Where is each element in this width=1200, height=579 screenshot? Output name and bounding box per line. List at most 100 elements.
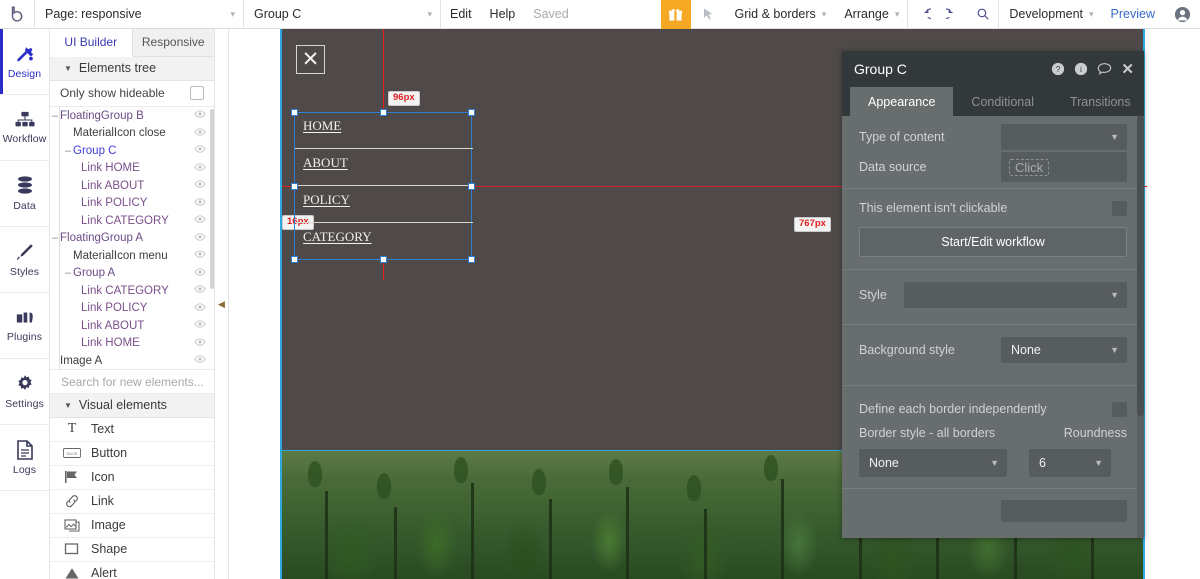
background-style-select[interactable]: None ▼ <box>1001 337 1127 363</box>
resize-handle-n[interactable] <box>380 109 387 116</box>
eye-icon[interactable] <box>194 320 206 331</box>
link-about[interactable]: ABOUT <box>295 150 473 186</box>
tree-item[interactable]: MaterialIcon close <box>50 124 214 142</box>
eye-icon[interactable] <box>194 285 206 296</box>
gift-icon[interactable] <box>660 0 691 29</box>
visual-elements-header[interactable]: ▼ Visual elements <box>50 393 214 418</box>
rail-item-logs[interactable]: Logs <box>0 425 49 491</box>
bubble-logo-icon[interactable] <box>0 0 34 29</box>
resize-handle-ne[interactable] <box>468 109 475 116</box>
visual-element-item[interactable]: Image <box>50 514 214 538</box>
help-menu[interactable]: Help <box>481 0 525 29</box>
tree-item[interactable]: Link CATEGORY <box>50 212 214 230</box>
tree-item[interactable]: Link POLICY <box>50 194 214 212</box>
link-policy[interactable]: POLICY <box>295 187 473 223</box>
search-new-elements[interactable]: Search for new elements... <box>50 369 214 394</box>
tab-appearance[interactable]: Appearance <box>850 87 954 116</box>
page-selector[interactable]: Page: responsive ▾ <box>35 0 243 29</box>
tree-item[interactable]: Link ABOUT <box>50 177 214 195</box>
property-editor-panel[interactable]: Group C ? i ✕ Appearance Conditional Tra… <box>842 51 1144 538</box>
eye-icon[interactable] <box>194 233 206 244</box>
redo-icon[interactable] <box>938 0 968 29</box>
tree-item[interactable]: MaterialIcon menu <box>50 247 214 265</box>
tab-responsive[interactable]: Responsive <box>132 29 214 56</box>
roundness-select[interactable]: 6 ▼ <box>1029 449 1111 477</box>
resize-handle-sw[interactable] <box>291 256 298 263</box>
visual-element-item[interactable]: CLICK Button <box>50 442 214 466</box>
eye-icon[interactable] <box>194 268 206 279</box>
tree-item[interactable]: Link ABOUT <box>50 317 214 335</box>
resize-handle-nw[interactable] <box>291 109 298 116</box>
tree-scrollbar[interactable] <box>210 108 214 289</box>
materialicon-close[interactable]: ✕ <box>296 45 325 74</box>
eye-icon[interactable] <box>194 338 206 349</box>
partial-select[interactable] <box>1001 500 1127 522</box>
rail-item-workflow[interactable]: Workflow <box>0 95 49 161</box>
eye-icon[interactable] <box>194 198 206 209</box>
link-home[interactable]: HOME <box>295 113 473 149</box>
eye-icon[interactable] <box>194 180 206 191</box>
info-circle-icon[interactable]: i <box>1074 62 1088 76</box>
cursor-tool-icon[interactable] <box>691 0 725 29</box>
data-source-input[interactable]: Click <box>1001 152 1127 182</box>
visual-element-item[interactable]: Alert <box>50 562 214 579</box>
user-avatar-icon[interactable] <box>1164 0 1200 29</box>
resize-handle-e[interactable] <box>468 183 475 190</box>
eye-icon[interactable] <box>194 215 206 226</box>
eye-icon[interactable] <box>194 110 206 121</box>
tree-expander-icon[interactable]: – <box>65 145 73 157</box>
tab-transitions[interactable]: Transitions <box>1052 87 1144 116</box>
elements-tree-header[interactable]: ▼ Elements tree <box>50 56 214 81</box>
property-panel-scrollbar-track[interactable] <box>1137 116 1144 538</box>
search-icon[interactable] <box>968 0 998 29</box>
grid-borders-menu[interactable]: Grid & borders ▾ <box>725 0 835 29</box>
not-clickable-checkbox[interactable] <box>1112 200 1127 216</box>
help-circle-icon[interactable]: ? <box>1051 62 1065 76</box>
eye-icon[interactable] <box>194 250 206 261</box>
define-borders-checkbox[interactable] <box>1112 401 1127 417</box>
tree-item[interactable]: Link POLICY <box>50 299 214 317</box>
tree-item[interactable]: Link HOME <box>50 334 214 352</box>
tree-item[interactable]: Link CATEGORY <box>50 282 214 300</box>
tree-item[interactable]: – Group C <box>50 142 214 160</box>
tree-item[interactable]: Image A <box>50 352 214 370</box>
visual-element-item[interactable]: Shape <box>50 538 214 562</box>
tree-item[interactable]: – Group A <box>50 264 214 282</box>
tree-item[interactable]: Link HOME <box>50 159 214 177</box>
property-panel-header[interactable]: Group C ? i ✕ <box>842 51 1144 87</box>
group-c-selection[interactable]: HOME ABOUT POLICY CATEGORY <box>291 109 475 263</box>
rail-item-styles[interactable]: Styles <box>0 227 49 293</box>
tree-expander-icon[interactable]: – <box>65 267 73 279</box>
resize-handle-s[interactable] <box>380 256 387 263</box>
tree-item[interactable]: – FloatingGroup A <box>50 229 214 247</box>
comment-icon[interactable] <box>1097 62 1112 76</box>
rail-item-settings[interactable]: Settings <box>0 359 49 425</box>
type-of-content-select[interactable]: ▼ <box>1001 124 1127 150</box>
panel-collapse-handle[interactable]: ◀ <box>215 29 229 579</box>
undo-icon[interactable] <box>908 0 938 29</box>
resize-handle-w[interactable] <box>291 183 298 190</box>
arrange-menu[interactable]: Arrange ▾ <box>834 0 907 29</box>
property-panel-scrollbar-thumb[interactable] <box>1137 116 1144 416</box>
border-style-select[interactable]: None ▼ <box>859 449 1007 477</box>
visual-element-item[interactable]: Link <box>50 490 214 514</box>
style-select[interactable]: ▼ <box>904 282 1127 308</box>
edit-menu[interactable]: Edit <box>441 0 481 29</box>
eye-icon[interactable] <box>194 303 206 314</box>
start-edit-workflow-button[interactable]: Start/Edit workflow <box>859 227 1127 257</box>
resize-handle-se[interactable] <box>468 256 475 263</box>
element-selector[interactable]: Group C ▾ <box>244 0 440 29</box>
close-icon[interactable]: ✕ <box>1121 62 1134 77</box>
rail-item-plugins[interactable]: Plugins <box>0 293 49 359</box>
link-category[interactable]: CATEGORY <box>295 224 473 260</box>
tree-item[interactable]: – FloatingGroup B <box>50 107 214 125</box>
visual-element-item[interactable]: Icon <box>50 466 214 490</box>
tab-conditional[interactable]: Conditional <box>953 87 1052 116</box>
rail-item-design[interactable]: Design <box>0 29 49 95</box>
visual-element-item[interactable]: T Text <box>50 418 214 442</box>
eye-icon[interactable] <box>194 163 206 174</box>
tab-ui-builder[interactable]: UI Builder <box>50 29 133 57</box>
only-show-hideable-checkbox[interactable] <box>190 86 204 101</box>
version-selector[interactable]: Development ▾ <box>999 0 1101 29</box>
eye-icon[interactable] <box>194 128 206 139</box>
